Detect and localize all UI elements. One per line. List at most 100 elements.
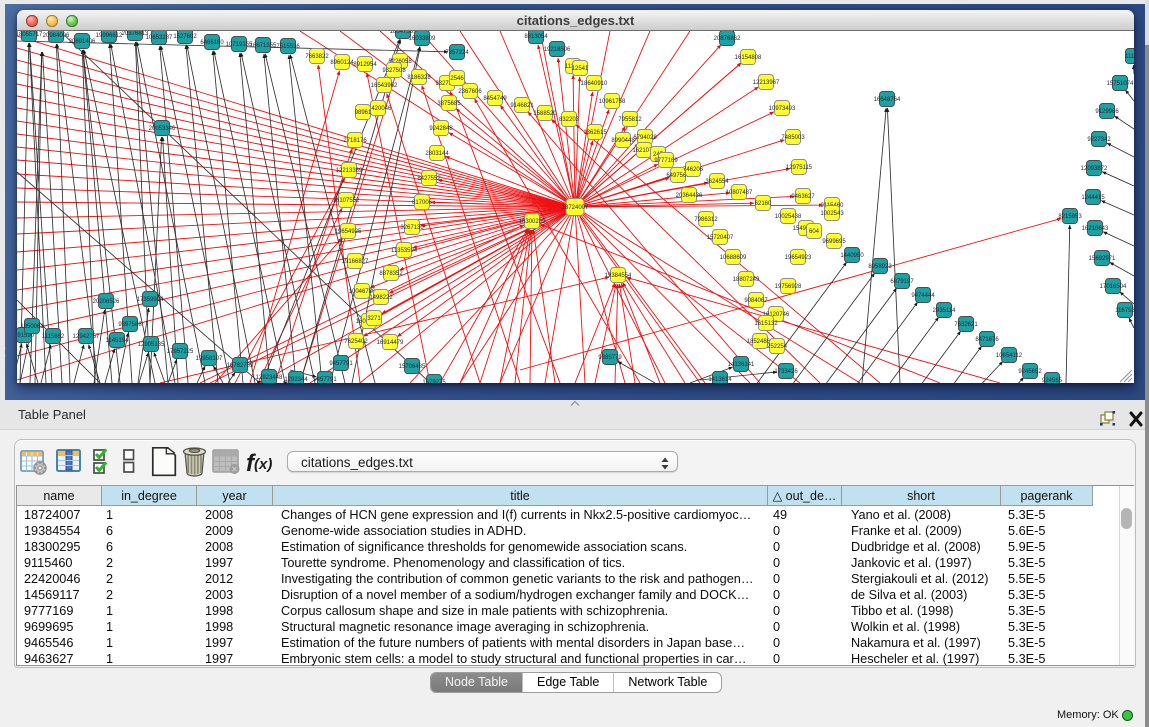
svg-text:6879197: 6879197: [890, 279, 914, 285]
svg-text:17957225: 17957225: [167, 349, 194, 355]
svg-text:1413614: 1413614: [708, 377, 732, 383]
svg-text:1527602: 1527602: [173, 34, 197, 40]
svg-text:1615132: 1615132: [754, 321, 778, 327]
svg-text:6466160: 6466160: [200, 40, 224, 46]
svg-text:17016504: 17016504: [1100, 284, 1127, 290]
svg-text:1115682: 1115682: [42, 334, 65, 340]
svg-text:11125: 11125: [1125, 54, 1134, 60]
svg-text:14136141: 14136141: [728, 362, 755, 368]
svg-text:746206: 746206: [683, 167, 704, 173]
svg-text:8912954: 8912954: [353, 62, 377, 68]
svg-text:19166827: 19166827: [342, 259, 369, 265]
svg-text:7955812: 7955812: [618, 117, 642, 123]
svg-text:116753: 116753: [1115, 308, 1134, 314]
svg-text:16154808: 16154808: [735, 55, 762, 61]
svg-text:7625402: 7625402: [344, 339, 368, 345]
svg-text:19654925: 19654925: [335, 229, 362, 235]
svg-text:20206526: 20206526: [93, 299, 120, 305]
svg-text:16782759: 16782759: [227, 363, 254, 369]
svg-text:16107552: 16107552: [333, 198, 360, 204]
svg-text:15692971: 15692971: [1089, 256, 1116, 262]
svg-text:12213369: 12213369: [336, 168, 363, 174]
svg-text:19996612: 19996612: [96, 33, 123, 39]
svg-text:2935114: 2935114: [933, 308, 957, 314]
svg-text:9385779: 9385779: [598, 355, 622, 361]
svg-text:1244415: 1244415: [1081, 195, 1105, 201]
svg-text:3271: 3271: [367, 316, 381, 322]
svg-text:3875685: 3875685: [437, 101, 461, 107]
svg-text:19958197: 19958197: [196, 356, 223, 362]
svg-text:62160: 62160: [755, 201, 772, 207]
svg-text:(x): (x): [254, 456, 272, 473]
svg-text:1292344: 1292344: [284, 377, 308, 383]
svg-text:9084067: 9084067: [744, 298, 768, 304]
svg-text:18807249: 18807249: [733, 277, 760, 283]
svg-text:2803144: 2803144: [425, 151, 449, 157]
svg-text:16914479: 16914479: [377, 340, 404, 346]
svg-text:16671355: 16671355: [250, 43, 277, 49]
svg-text:924565: 924565: [1042, 378, 1063, 383]
svg-text:3624554: 3624554: [705, 179, 729, 185]
svg-text:18640910: 18640910: [581, 81, 608, 87]
svg-text:10025438: 10025438: [775, 214, 802, 220]
svg-text:1440950: 1440950: [840, 253, 864, 259]
svg-text:12905135: 12905135: [138, 342, 165, 348]
svg-text:1850061: 1850061: [20, 324, 44, 330]
svg-text:9457791: 9457791: [329, 361, 353, 367]
svg-text:9699695: 9699695: [822, 239, 846, 245]
svg-text:9463627: 9463627: [791, 194, 815, 200]
svg-text:9146821: 9146821: [510, 103, 534, 109]
svg-text:16033809: 16033809: [409, 36, 436, 42]
svg-text:17359924: 17359924: [137, 297, 164, 303]
svg-text:391590: 391590: [17, 333, 35, 339]
svg-text:9129966: 9129966: [1095, 109, 1119, 115]
svg-text:8813054: 8813054: [524, 34, 548, 40]
svg-text:9457791: 9457791: [313, 377, 337, 383]
svg-text:9474444: 9474444: [911, 293, 935, 299]
svg-text:2546: 2546: [450, 76, 464, 82]
svg-text:8186328: 8186328: [407, 75, 431, 81]
svg-text:1733426: 1733426: [774, 369, 798, 375]
svg-text:18724007: 18724007: [562, 205, 589, 211]
svg-text:16210643: 16210643: [1082, 226, 1109, 232]
svg-text:8215953: 8215953: [1058, 214, 1082, 220]
svg-text:3267130: 3267130: [400, 225, 424, 231]
svg-text:12541: 12541: [572, 66, 589, 72]
svg-text:15751074: 15751074: [1107, 81, 1134, 87]
svg-text:1145194: 1145194: [106, 338, 130, 344]
svg-text:9397588: 9397588: [118, 322, 142, 328]
svg-text:1679275: 1679275: [422, 380, 446, 383]
svg-text:1498222: 1498222: [369, 295, 393, 301]
svg-text:20984006: 20984006: [43, 33, 70, 39]
svg-text:18055717: 18055717: [17, 32, 43, 38]
svg-text:16648764: 16648764: [874, 97, 901, 103]
svg-text:10688609: 10688609: [720, 255, 747, 261]
svg-text:8990448: 8990448: [611, 138, 635, 144]
svg-text:19218506: 19218506: [544, 47, 571, 53]
svg-text:9227342: 9227342: [1087, 137, 1111, 143]
svg-text:20053346: 20053346: [149, 126, 176, 132]
svg-text:9242848: 9242848: [429, 126, 453, 132]
svg-text:8958923: 8958923: [868, 264, 892, 270]
svg-text:11353594: 11353594: [391, 248, 418, 254]
svg-text:16543962: 16543962: [371, 83, 398, 89]
svg-text:1588520: 1588520: [533, 111, 557, 117]
svg-text:12923448: 12923448: [256, 375, 283, 381]
svg-text:10807487: 10807487: [726, 190, 753, 196]
svg-text:9245652: 9245652: [1018, 369, 1042, 375]
svg-text:19756928: 19756928: [775, 284, 802, 290]
svg-text:18047361: 18047361: [390, 31, 417, 35]
svg-text:7632621: 7632621: [954, 322, 978, 328]
svg-text:8878352: 8878352: [379, 271, 403, 277]
svg-text:7357224: 7357224: [445, 50, 469, 56]
svg-text:2718176: 2718176: [343, 138, 367, 144]
svg-text:98961: 98961: [355, 110, 372, 116]
svg-text:12213967: 12213967: [753, 80, 780, 86]
svg-text:6794028: 6794028: [633, 135, 657, 141]
svg-text:10653287: 10653287: [146, 35, 173, 41]
svg-text:8427552: 8427552: [417, 176, 441, 182]
svg-text:10961758: 10961758: [599, 99, 626, 105]
svg-text:9327508: 9327508: [382, 68, 406, 74]
svg-text:12975115: 12975115: [786, 165, 813, 171]
svg-text:9777169: 9777169: [654, 158, 678, 164]
